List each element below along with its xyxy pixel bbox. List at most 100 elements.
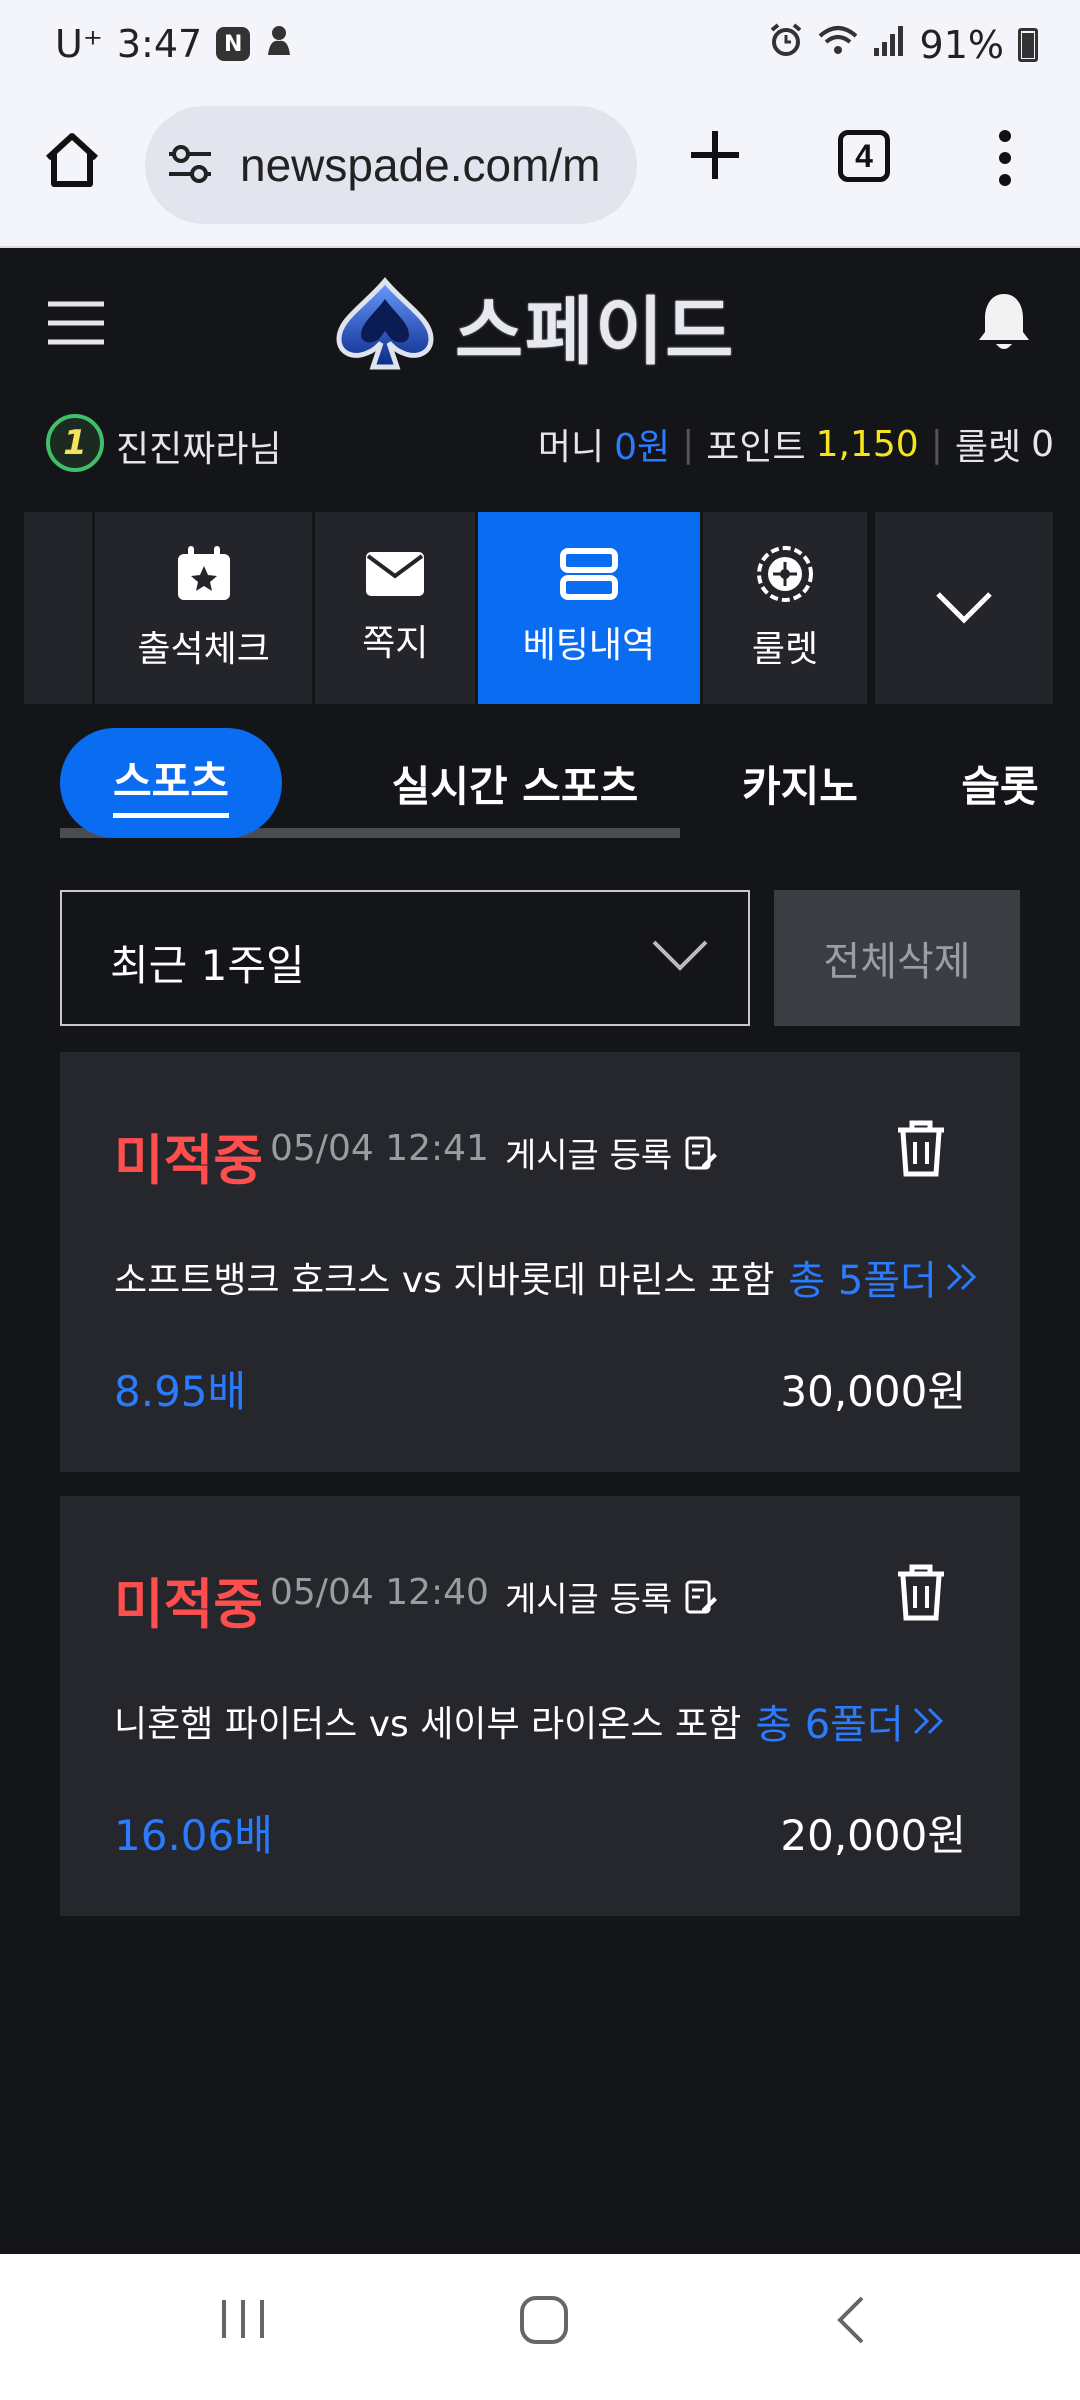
chevron-down-icon [936, 592, 992, 624]
clock: 3:47 [116, 22, 203, 66]
user-info-bar: 1 진진짜라님 머니 0원 | 포인트 1,150 | 룰렛 0 [0, 400, 1080, 480]
quick-menu-item-messages[interactable]: 쪽지 [315, 512, 476, 704]
folder-count-link[interactable]: 총 5폴더 [788, 1248, 979, 1306]
money-value[interactable]: 0원 [614, 418, 670, 470]
tab-label: 실시간 스포츠 [391, 761, 639, 811]
double-chevron-right-icon [946, 1263, 977, 1291]
bet-match-text: 소프트뱅크 호크스 vs 지바롯데 마린스 포함 [114, 1260, 775, 1301]
home-icon [45, 133, 99, 187]
post-register-label: 게시글 등록 [505, 1580, 673, 1620]
divider: | [682, 423, 695, 465]
home-button[interactable] [40, 128, 104, 192]
edit-document-icon [685, 1136, 718, 1169]
quick-menu-more-button[interactable] [875, 512, 1053, 704]
logo-text: 스페이드 [455, 288, 736, 375]
roulette-icon [757, 546, 813, 602]
money-label: 머니 [537, 427, 605, 468]
tab-sports[interactable]: 스포츠 [60, 728, 282, 838]
menu-button[interactable] [46, 300, 106, 346]
more-vertical-icon [999, 130, 1011, 186]
quick-menu-label: 룰렛 [751, 629, 819, 670]
folder-count: 총 5폴더 [788, 1258, 937, 1304]
trash-icon [898, 1120, 944, 1177]
battery-icon [1018, 27, 1038, 62]
post-register-link[interactable]: 게시글 등록 [505, 1128, 718, 1177]
bet-status: 미적중 [114, 1573, 264, 1636]
naver-notification-icon: N [216, 27, 251, 61]
bet-match[interactable]: 니혼햄 파이터스 vs 세이부 라이온스 포함 총 6폴더 [114, 1692, 946, 1750]
signal-icon [872, 23, 906, 67]
url-text: newspade.com/m [240, 139, 601, 191]
new-tab-button[interactable] [685, 125, 745, 185]
double-chevron-right-icon [913, 1707, 943, 1735]
bet-amount: 20,000원 [780, 1811, 966, 1860]
roulette-value[interactable]: 0 [1031, 424, 1054, 465]
trash-icon [898, 1564, 944, 1621]
bet-amount: 30,000원 [780, 1367, 966, 1416]
roulette-label: 룰렛 [954, 427, 1022, 468]
address-bar[interactable]: newspade.com/m [145, 106, 637, 224]
back-button[interactable] [830, 2294, 870, 2350]
app-notification-icon [264, 23, 294, 65]
quick-menu-item-partial[interactable]: 랑 [24, 512, 92, 704]
home-circle-icon [520, 2296, 568, 2344]
point-value[interactable]: 1,150 [816, 424, 919, 465]
bet-history-icon [559, 548, 618, 600]
bet-time: 05/04 12:41 [270, 1128, 489, 1169]
level-badge: 1 [46, 414, 104, 472]
bet-card: 미적중 05/04 12:40 게시글 등록 니혼햄 파이터스 vs 세이부 라… [60, 1496, 1020, 1916]
quick-menu: 랑 출석체크 쪽지 베팅내역 룰렛 [24, 512, 1056, 704]
plus-icon [691, 131, 739, 179]
wifi-icon [818, 23, 858, 67]
notification-button[interactable] [975, 290, 1033, 358]
site-settings-icon[interactable] [167, 144, 213, 184]
site-header: 스페이드 [0, 250, 1080, 390]
home-nav-button[interactable] [518, 2294, 570, 2350]
delete-bet-button[interactable] [894, 1118, 948, 1182]
post-register-label: 게시글 등록 [505, 1136, 673, 1176]
divider: | [930, 423, 943, 465]
recent-apps-icon [222, 2300, 264, 2338]
battery-percent: 91% [919, 22, 1004, 67]
edit-document-icon [685, 1580, 718, 1613]
browser-menu-button[interactable] [995, 128, 1015, 188]
quick-menu-item-attendance[interactable]: 출석체크 [94, 512, 313, 704]
tab-slot[interactable]: 슬롯 [880, 728, 1080, 838]
recent-apps-button[interactable] [218, 2294, 268, 2348]
browser-toolbar: newspade.com/m 4 [0, 98, 1080, 248]
bet-odds: 8.95배 [114, 1367, 247, 1416]
quick-menu-item-roulette[interactable]: 룰렛 [702, 512, 868, 704]
folder-count-link[interactable]: 총 6폴더 [755, 1692, 946, 1750]
spade-logo-icon [336, 277, 434, 370]
quick-menu-item-bet-history[interactable]: 베팅내역 [478, 512, 700, 704]
carrier-label: U⁺ [55, 22, 103, 66]
post-register-link[interactable]: 게시글 등록 [505, 1572, 718, 1621]
point-label: 포인트 [706, 427, 806, 468]
calendar-star-icon [177, 546, 230, 600]
quick-menu-label: 베팅내역 [522, 625, 656, 666]
bet-match[interactable]: 소프트뱅크 호크스 vs 지바롯데 마린스 포함 총 5폴더 [114, 1248, 979, 1306]
chevron-down-icon [652, 940, 708, 971]
tab-label: 카지노 [742, 761, 858, 811]
envelope-icon [366, 552, 425, 596]
period-select-value: 최근 1주일 [110, 941, 305, 990]
username[interactable]: 진진짜라님 [116, 420, 282, 472]
alarm-icon [768, 22, 804, 67]
system-navigation-bar [0, 2254, 1080, 2400]
hamburger-icon [48, 301, 104, 345]
bell-icon [979, 294, 1029, 349]
period-select[interactable]: 최근 1주일 [60, 890, 750, 1026]
bet-card: 미적중 05/04 12:41 게시글 등록 소프트뱅크 호크스 vs 지바롯데… [60, 1052, 1020, 1472]
tab-label: 스포츠 [113, 748, 229, 818]
folder-count: 총 6폴더 [755, 1702, 904, 1748]
bet-status: 미적중 [114, 1129, 264, 1192]
balance-summary: 머니 0원 | 포인트 1,150 | 룰렛 0 [538, 418, 1054, 470]
tab-switcher-button[interactable]: 4 [838, 130, 890, 182]
delete-all-button[interactable]: 전체삭제 [774, 890, 1020, 1026]
bet-time: 05/04 12:40 [270, 1572, 489, 1613]
site-logo[interactable]: 스페이드 [325, 270, 755, 380]
delete-bet-button[interactable] [894, 1562, 948, 1626]
tab-label: 슬롯 [961, 761, 1039, 811]
bet-match-text: 니혼햄 파이터스 vs 세이부 라이온스 포함 [114, 1704, 742, 1745]
bet-odds: 16.06배 [114, 1811, 273, 1860]
